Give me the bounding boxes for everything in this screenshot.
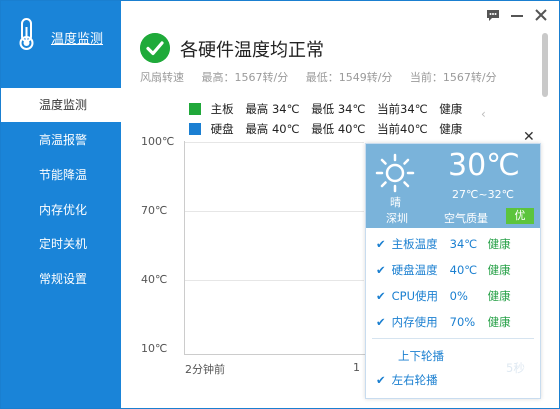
check-icon[interactable]: ✔: [376, 315, 386, 329]
check-state: 健康: [487, 263, 511, 277]
check-label: CPU使用: [391, 289, 439, 303]
check-icon[interactable]: ✔: [376, 263, 386, 277]
fan-speed-row: 风扇转速 最高：1567转/分 最低：1549转/分 当前：1567转/分: [140, 69, 511, 85]
thermometer-icon: [19, 18, 34, 50]
grid-line: [184, 211, 364, 212]
check-state: 健康: [487, 289, 511, 303]
fan-speed-current: 当前：1567转/分: [409, 71, 497, 84]
check-row-cpu-usage[interactable]: ✔ CPU使用 0% 健康: [376, 288, 511, 304]
chevron-left-icon[interactable]: ‹: [481, 107, 486, 121]
status-title: 各硬件温度均正常: [180, 40, 324, 61]
y-tick-label: 70℃: [141, 204, 168, 217]
sun-icon: [375, 153, 415, 193]
check-row-disk-temp[interactable]: ✔ 硬盘温度 40℃ 健康: [376, 262, 511, 278]
app-title[interactable]: 温度监测: [51, 28, 103, 47]
check-icon[interactable]: ✔: [376, 373, 386, 387]
check-circle-icon: [140, 33, 170, 63]
vertical-rotate-option[interactable]: 上下轮播: [398, 348, 444, 364]
popup-divider: [372, 338, 534, 339]
legend-state: 健康: [439, 102, 463, 116]
check-label: 主板温度: [391, 237, 438, 251]
legend-state: 健康: [439, 122, 463, 136]
aqi-label: 空气质量: [444, 212, 488, 225]
check-label: 硬盘温度: [391, 263, 438, 277]
weather-panel: 晴 深圳 30℃ 27℃~32℃ 空气质量 优: [366, 144, 540, 228]
sidebar-item-memory-optimize[interactable]: 内存优化: [1, 193, 121, 227]
legend-swatch-board: [189, 103, 201, 115]
weather-temperature: 30℃: [448, 148, 520, 183]
legend-min: 最低 34℃: [311, 102, 366, 116]
weather-city[interactable]: 深圳: [386, 210, 408, 226]
legend-now: 当前40℃: [377, 122, 428, 136]
peek-label: 5秒: [506, 361, 525, 375]
sidebar: 温度监测 温度监测 高温报警 节能降温 内存优化 定时关机 常规设置: [1, 1, 121, 408]
legend-now: 当前34℃: [377, 102, 428, 116]
check-value: 0%: [449, 289, 468, 303]
legend-max: 最高 34℃: [245, 102, 300, 116]
sidebar-item-energy-saving[interactable]: 节能降温: [1, 158, 121, 192]
aqi-badge: 优: [506, 208, 534, 224]
weather-range: 27℃~32℃: [452, 188, 514, 201]
check-value: 40℃: [449, 263, 478, 277]
check-state: 健康: [487, 315, 511, 329]
scrollbar-thumb[interactable]: [542, 33, 548, 97]
sidebar-item-general-settings[interactable]: 常规设置: [1, 262, 121, 296]
fan-speed-max: 最高：1567转/分: [201, 71, 289, 84]
legend-swatch-disk: [189, 123, 201, 135]
y-tick-label: 40℃: [141, 273, 168, 286]
app-header: 温度监测: [1, 1, 121, 71]
legend-max: 最高 40℃: [245, 122, 300, 136]
fan-speed-label: 风扇转速: [140, 71, 184, 84]
fan-speed-min: 最低：1549转/分: [305, 71, 393, 84]
grid-line: [184, 142, 364, 143]
legend-min: 最低 40℃: [311, 122, 366, 136]
minimize-icon[interactable]: [509, 7, 525, 23]
y-axis: [184, 141, 185, 355]
weather-condition: 晴: [390, 196, 401, 209]
y-tick-label: 100℃: [141, 135, 175, 148]
check-icon[interactable]: ✔: [376, 289, 386, 303]
check-icon[interactable]: ✔: [376, 237, 386, 251]
check-value: 34℃: [449, 237, 478, 251]
legend-name: 主板: [210, 102, 234, 116]
check-value: 70%: [449, 315, 476, 329]
feedback-icon[interactable]: [485, 7, 501, 23]
sidebar-item-high-temp-alarm[interactable]: 高温报警: [1, 123, 121, 157]
legend-row-board: 主板 最高 34℃ 最低 34℃ 当前34℃ 健康: [189, 101, 470, 117]
legend-row-disk: 硬盘 最高 40℃ 最低 40℃ 当前40℃ 健康: [189, 121, 470, 137]
horizontal-rotate-option[interactable]: ✔ 左右轮播: [376, 372, 438, 388]
grid-line: [184, 280, 364, 281]
x-tick-label: 1: [353, 361, 360, 374]
sidebar-item-scheduled-shutdown[interactable]: 定时关机: [1, 227, 121, 261]
check-state: 健康: [487, 237, 511, 251]
legend-name: 硬盘: [210, 122, 234, 136]
sidebar-item-temperature-monitor[interactable]: 温度监测: [1, 88, 121, 122]
check-row-board-temp[interactable]: ✔ 主板温度 34℃ 健康: [376, 236, 511, 252]
close-icon[interactable]: [533, 7, 549, 23]
y-tick-label: 10℃: [141, 342, 168, 355]
check-row-memory-usage[interactable]: ✔ 内存使用 70% 健康: [376, 314, 511, 330]
horizontal-rotate-label: 左右轮播: [391, 373, 438, 387]
check-label: 内存使用: [391, 315, 438, 329]
main-window: 温度监测 温度监测 高温报警 节能降温 内存优化 定时关机 常规设置 各硬件温度…: [0, 0, 560, 409]
x-tick-label: 2分钟前: [185, 363, 225, 376]
weather-popup: 晴 深圳 30℃ 27℃~32℃ 空气质量 优 ✔ 主板温度 34℃ 健康 ✔ 硬盘温度…: [365, 143, 541, 399]
